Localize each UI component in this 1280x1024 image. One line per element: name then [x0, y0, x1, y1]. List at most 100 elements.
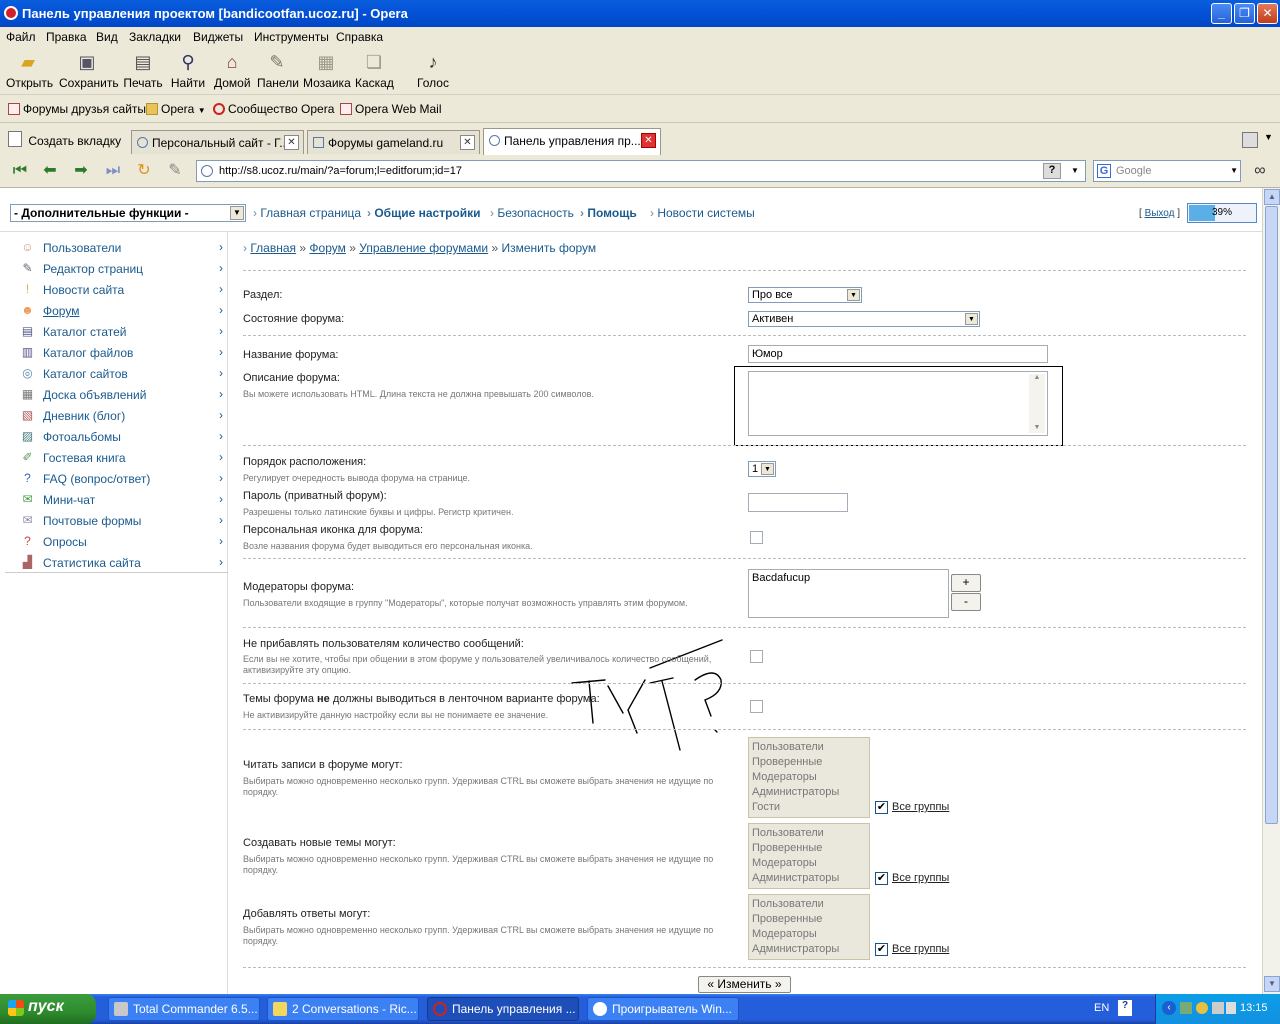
nav-security[interactable]: Безопасность [490, 206, 574, 220]
menu-help[interactable]: Справка [336, 30, 383, 44]
task-total-commander[interactable]: Total Commander 6.5... [108, 997, 260, 1021]
sidebar-item[interactable]: ▦ Доска объявлений › [18, 385, 223, 406]
search-field[interactable]: G Google ▼ [1093, 160, 1241, 182]
close-button[interactable]: ✕ [1257, 3, 1278, 24]
sidebar-item[interactable]: ▤ Каталог статей › [18, 322, 223, 343]
create-groups-list[interactable]: Пользователи Проверенные Модераторы Админис… [748, 823, 870, 889]
read-groups-list[interactable]: Пользователи Проверенные Модераторы Админис… [748, 737, 870, 818]
help-icon[interactable]: ? [1043, 163, 1061, 179]
chevron-down-icon[interactable]: ▼ [1230, 163, 1238, 179]
sidebar-item[interactable]: ☻ Форум › [18, 301, 223, 322]
group-option[interactable]: Модераторы [752, 927, 866, 942]
reload-icon[interactable]: ↻ [134, 161, 154, 181]
group-option[interactable]: Проверенные [752, 912, 866, 927]
fast-forward-icon[interactable]: ⏭ [103, 161, 123, 181]
read-all-groups-label[interactable]: Все группы [892, 801, 949, 813]
nav-home-page[interactable]: Главная страница [253, 206, 361, 220]
group-option[interactable]: Администраторы [752, 785, 866, 800]
sidebar-item[interactable]: ? FAQ (вопрос/ответ) › [18, 469, 223, 490]
find-button[interactable]: ⚲ Найти [170, 51, 206, 90]
sidebar-item[interactable]: ▧ Дневник (блог) › [18, 406, 223, 427]
personal-icon-checkbox[interactable] [750, 531, 763, 544]
group-option[interactable]: Администраторы [752, 942, 866, 957]
tab-gameland[interactable]: Форумы gameland.ru ✕ [307, 130, 480, 154]
volume-icon[interactable] [1226, 1002, 1236, 1014]
task-opera[interactable]: Панель управления ... [427, 997, 579, 1021]
group-option[interactable]: Проверенные [752, 841, 866, 856]
bookmark-opera-folder[interactable]: Opera ▼ [146, 102, 206, 116]
task-media-player[interactable]: Проигрыватель Win... [587, 997, 739, 1021]
group-option[interactable]: Пользователи [752, 826, 866, 841]
url-field[interactable]: http://s8.ucoz.ru/main/?a=forum;l=editfo… [196, 160, 1086, 182]
moderators-list[interactable]: Bacdafucup [748, 569, 949, 618]
sidebar-item[interactable]: ✎ Редактор страниц › [18, 259, 223, 280]
create-all-groups-label[interactable]: Все группы [892, 872, 949, 884]
name-input[interactable]: Юмор [748, 345, 1048, 363]
maximize-button[interactable]: ❐ [1234, 3, 1255, 24]
bookmark-opera-community[interactable]: Сообщество Opera [213, 102, 334, 116]
chevron-left-icon[interactable]: ‹ [1162, 1001, 1176, 1015]
password-input[interactable] [748, 493, 848, 512]
chevron-down-icon[interactable]: ▼ [1067, 163, 1083, 179]
page-scrollbar[interactable]: ▲ ▼ [1262, 188, 1280, 994]
group-option[interactable]: Проверенные [752, 755, 866, 770]
sidebar-item[interactable]: ▟ Статистика сайта › [18, 553, 223, 574]
read-all-groups-checkbox[interactable]: ✔ [875, 801, 888, 814]
textarea-scrollbar[interactable]: ▲ ▼ [1029, 374, 1045, 433]
scroll-down-icon[interactable]: ▼ [1029, 424, 1045, 431]
bookmark-forums[interactable]: Форумы друзья сайты [8, 102, 146, 116]
group-option[interactable]: Гости [752, 800, 866, 815]
scroll-up-icon[interactable]: ▲ [1029, 374, 1045, 381]
sidebar-item[interactable]: ? Опросы › [18, 532, 223, 553]
open-button[interactable]: ▰ Открыть [6, 51, 53, 90]
no-count-checkbox[interactable] [750, 650, 763, 663]
menu-file[interactable]: Файл [6, 30, 36, 44]
network-icon[interactable] [1180, 1002, 1192, 1014]
minimize-button[interactable]: _ [1211, 3, 1232, 24]
order-select[interactable]: 1 ▼ [748, 461, 776, 477]
back-icon[interactable]: ⬅ [40, 161, 60, 181]
home-button[interactable]: ⌂ Домой [214, 51, 251, 90]
rewind-icon[interactable]: ⏮ [10, 161, 30, 181]
sidebar-item[interactable]: ▨ Фотоальбомы › [18, 427, 223, 448]
tab-personal-site[interactable]: Персональный сайт - Г... ✕ [131, 130, 304, 154]
group-option[interactable]: Администраторы [752, 871, 866, 886]
group-option[interactable]: Модераторы [752, 770, 866, 785]
trash-icon[interactable] [1242, 132, 1258, 148]
voice-button[interactable]: ♪ Голос [417, 51, 449, 90]
new-tab-button[interactable]: Создать вкладку [8, 131, 121, 148]
tile-button[interactable]: ▦ Мозаика [303, 51, 351, 90]
menu-view[interactable]: Вид [96, 30, 118, 44]
exit-link[interactable]: [ Выход ] [1139, 208, 1180, 219]
group-option[interactable]: Пользователи [752, 740, 866, 755]
feed-checkbox[interactable] [750, 700, 763, 713]
forward-icon[interactable]: ➡ [71, 161, 91, 181]
sidebar-item[interactable]: ✐ Гостевая книга › [18, 448, 223, 469]
tab-control-panel[interactable]: Панель управления пр... ✕ [483, 128, 661, 155]
sidebar-item[interactable]: ◎ Каталог сайтов › [18, 364, 223, 385]
start-button[interactable]: пуск [0, 994, 96, 1024]
scroll-down-icon[interactable]: ▼ [1264, 976, 1280, 992]
menu-tools[interactable]: Инструменты [254, 30, 329, 44]
tab-menu-icon[interactable]: ▼ [1264, 132, 1273, 142]
reply-all-groups-checkbox[interactable]: ✔ [875, 943, 888, 956]
scroll-thumb[interactable] [1265, 206, 1278, 824]
binoculars-icon[interactable]: ∞ [1250, 161, 1270, 181]
menu-bookmarks[interactable]: Закладки [129, 30, 181, 44]
tray-app-icon[interactable] [1196, 1002, 1208, 1014]
nav-system-news[interactable]: Новости системы [650, 206, 754, 220]
sidebar-item[interactable]: ☺ Пользователи › [18, 238, 223, 259]
sidebar-item[interactable]: ✉ Почтовые формы › [18, 511, 223, 532]
group-option[interactable]: Пользователи [752, 897, 866, 912]
state-select[interactable]: Активен ▼ [748, 311, 980, 327]
section-select[interactable]: Про все ▼ [748, 287, 862, 303]
scroll-up-icon[interactable]: ▲ [1264, 189, 1280, 205]
moderator-item[interactable]: Bacdafucup [752, 572, 810, 584]
remove-moderator-button[interactable]: - [951, 593, 981, 611]
help-icon[interactable]: ? [1118, 1000, 1132, 1016]
print-button[interactable]: ▤ Печать [122, 51, 164, 90]
clock[interactable]: 13:15 [1240, 1002, 1268, 1014]
edit-icon[interactable]: ✎ [165, 161, 185, 181]
breadcrumb-forum[interactable]: Форум [309, 241, 345, 255]
nav-help[interactable]: Помощь [580, 206, 636, 220]
